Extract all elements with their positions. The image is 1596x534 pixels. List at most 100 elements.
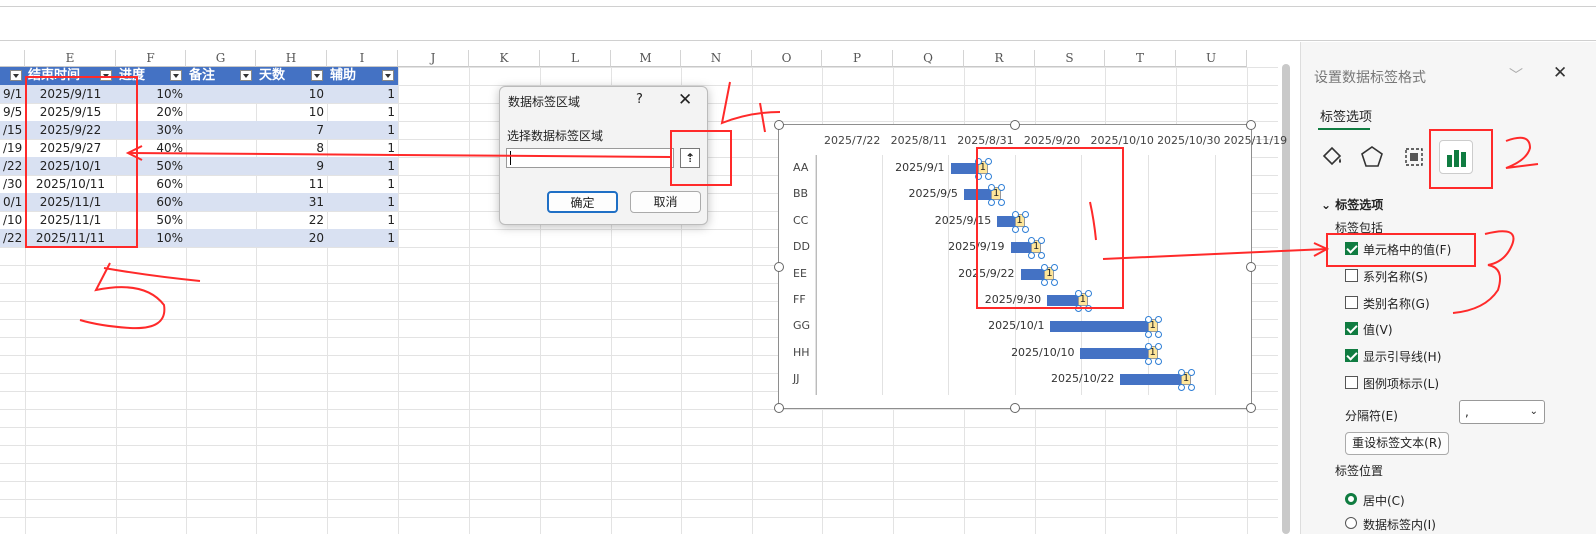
table-cell[interactable]: /19: [0, 139, 25, 157]
table-cell-aux[interactable]: 1: [327, 157, 398, 175]
chart-resize-handle[interactable]: [1246, 261, 1256, 272]
table-cell-days[interactable]: 7: [256, 121, 327, 139]
label-selection-handle[interactable]: [1144, 342, 1152, 350]
filter-dropdown-icon[interactable]: [240, 70, 252, 81]
table-cell-days[interactable]: 8: [256, 139, 327, 157]
range-input[interactable]: [506, 148, 674, 168]
checkbox-label[interactable]: 类别名称(G): [1363, 295, 1430, 312]
filter-dropdown-icon[interactable]: [382, 70, 394, 81]
checkbox[interactable]: [1345, 295, 1358, 309]
column-header-H[interactable]: H: [256, 50, 327, 67]
table-cell-aux[interactable]: 1: [327, 193, 398, 211]
table-header-cell[interactable]: 进度: [116, 67, 186, 85]
table-cell-end-date[interactable]: 2025/10/11: [25, 175, 116, 193]
table-cell-note[interactable]: [186, 229, 256, 247]
table-cell-progress[interactable]: 50%: [116, 211, 186, 229]
checkbox[interactable]: [1345, 322, 1358, 336]
column-header-P[interactable]: P: [822, 50, 893, 67]
column-header-D[interactable]: [0, 50, 25, 67]
table-cell-progress[interactable]: 10%: [116, 229, 186, 247]
chevron-down-icon[interactable]: ﹀: [1509, 65, 1523, 85]
filter-dropdown-icon[interactable]: [100, 70, 112, 81]
radio-label[interactable]: 数据标签内(I): [1363, 516, 1436, 533]
table-cell-end-date[interactable]: 2025/10/1: [25, 157, 116, 175]
table-cell-days[interactable]: 31: [256, 193, 327, 211]
column-header-L[interactable]: L: [540, 50, 611, 67]
column-header-E[interactable]: E: [25, 50, 116, 67]
fill-icon[interactable]: [1317, 142, 1347, 172]
close-icon[interactable]: ✕: [1553, 63, 1567, 83]
filter-dropdown-icon[interactable]: [311, 70, 323, 81]
checkbox[interactable]: [1345, 376, 1358, 389]
filter-dropdown-icon[interactable]: [170, 70, 182, 81]
checkbox[interactable]: [1345, 268, 1358, 282]
label-selection-handle[interactable]: [1084, 305, 1092, 312]
table-cell[interactable]: 0/1: [0, 193, 25, 211]
label-selection-handle[interactable]: [1154, 342, 1162, 350]
table-header-cell[interactable]: [0, 67, 25, 85]
gantt-bar[interactable]: [1120, 374, 1188, 386]
label-selection-handle[interactable]: [998, 184, 1006, 192]
table-cell-end-date[interactable]: 2025/9/22: [25, 121, 116, 139]
label-selection-handle[interactable]: [1084, 290, 1092, 297]
gantt-bar[interactable]: [1050, 321, 1154, 333]
column-header-T[interactable]: T: [1105, 50, 1176, 67]
table-cell[interactable]: /10: [0, 211, 25, 229]
label-selection-handle[interactable]: [1051, 278, 1059, 286]
table-header-cell[interactable]: 辅助: [327, 67, 398, 85]
label-selection-handle[interactable]: [984, 173, 992, 180]
column-header-U[interactable]: U: [1176, 50, 1247, 67]
table-cell-note[interactable]: [186, 175, 256, 193]
table-cell-progress[interactable]: 20%: [116, 103, 186, 121]
chart-resize-handle[interactable]: [774, 403, 784, 413]
reset-label-text-button[interactable]: 重设标签文本(R): [1345, 432, 1449, 455]
label-selection-handle[interactable]: [1144, 331, 1152, 339]
label-options-icon[interactable]: [1439, 140, 1473, 174]
table-cell-days[interactable]: 9: [256, 157, 327, 175]
table-cell-aux[interactable]: 1: [327, 211, 398, 229]
column-header-K[interactable]: K: [469, 50, 540, 67]
label-selection-handle[interactable]: [1144, 357, 1152, 365]
table-cell-aux[interactable]: 1: [327, 139, 398, 157]
checkbox-label[interactable]: 显示引导线(H): [1363, 348, 1441, 365]
radio-button[interactable]: [1345, 517, 1357, 529]
table-cell-end-date[interactable]: 2025/9/11: [25, 85, 116, 103]
label-selection-handle[interactable]: [1074, 305, 1082, 312]
table-cell-end-date[interactable]: 2025/9/27: [25, 139, 116, 157]
tab-label-options[interactable]: 标签选项: [1320, 106, 1372, 125]
radio-button[interactable]: [1345, 493, 1357, 505]
chart-resize-handle[interactable]: [1246, 120, 1256, 130]
label-selection-handle[interactable]: [1011, 225, 1019, 233]
chart-resize-handle[interactable]: [774, 261, 784, 272]
label-selection-handle[interactable]: [998, 199, 1006, 207]
table-cell-progress[interactable]: 30%: [116, 121, 186, 139]
column-header-S[interactable]: S: [1035, 50, 1105, 67]
table-cell-aux[interactable]: 1: [327, 85, 398, 103]
chart-resize-handle[interactable]: [774, 120, 784, 130]
label-selection-handle[interactable]: [974, 158, 982, 165]
gantt-bar[interactable]: [1080, 347, 1154, 359]
label-selection-handle[interactable]: [1178, 384, 1186, 392]
table-cell-note[interactable]: [186, 85, 256, 103]
label-selection-handle[interactable]: [1154, 331, 1162, 339]
table-cell-progress[interactable]: 60%: [116, 193, 186, 211]
section-label-options[interactable]: ⌄ 标签选项: [1321, 196, 1383, 213]
label-selection-handle[interactable]: [1028, 252, 1036, 260]
table-cell-end-date[interactable]: 2025/11/11: [25, 229, 116, 247]
effects-icon[interactable]: [1357, 142, 1387, 172]
table-cell[interactable]: /22: [0, 157, 25, 175]
table-cell-days[interactable]: 10: [256, 85, 327, 103]
label-selection-handle[interactable]: [1021, 225, 1029, 233]
table-cell-note[interactable]: [186, 139, 256, 157]
table-cell-end-date[interactable]: 2025/11/1: [25, 193, 116, 211]
checkbox[interactable]: [1345, 349, 1358, 363]
column-header-M[interactable]: M: [611, 50, 681, 67]
collapse-dialog-icon[interactable]: ⇡: [680, 148, 700, 168]
column-header-R[interactable]: R: [964, 50, 1035, 67]
table-cell-aux[interactable]: 1: [327, 121, 398, 139]
filter-dropdown-icon[interactable]: [10, 70, 22, 81]
label-selection-handle[interactable]: [988, 199, 996, 207]
column-header-F[interactable]: F: [116, 50, 186, 67]
separator-select[interactable]: , ⌄: [1459, 400, 1545, 424]
table-cell-progress[interactable]: 10%: [116, 85, 186, 103]
